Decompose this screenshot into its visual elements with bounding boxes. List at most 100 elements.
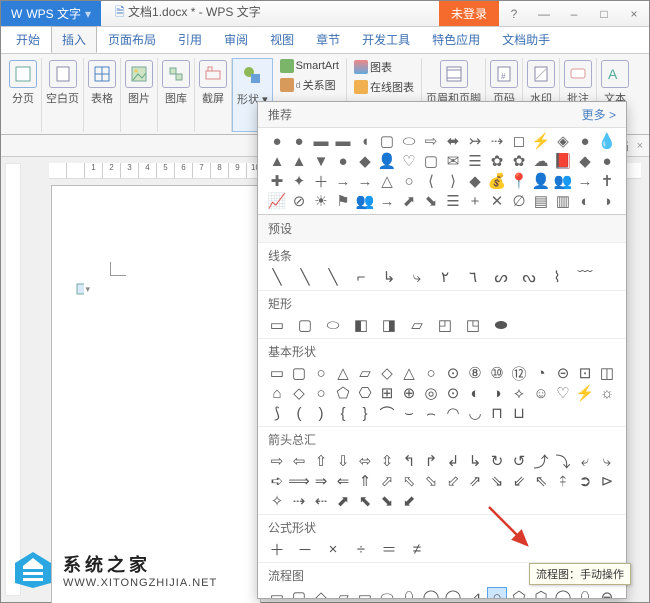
shape-item[interactable]: ⑧	[466, 364, 484, 382]
tab-start[interactable]: 开始	[5, 26, 51, 53]
brand-chevron-icon[interactable]: ▾	[85, 7, 91, 21]
shape-item[interactable]: ↻	[488, 452, 506, 470]
shape-item[interactable]: ▱	[408, 316, 426, 334]
shape-item[interactable]: ⌒	[378, 404, 396, 422]
shape-item[interactable]: ♡	[400, 152, 418, 170]
shape-item[interactable]: 📍	[510, 172, 528, 190]
shape-item[interactable]: →	[356, 172, 374, 190]
shape-item[interactable]: 📈	[268, 192, 286, 210]
maximize-button[interactable]: □	[589, 1, 619, 26]
shape-item[interactable]: ╲	[296, 268, 314, 286]
shape-item[interactable]: ⊙	[444, 384, 462, 402]
shape-item[interactable]: ↣	[466, 132, 484, 150]
shape-item[interactable]: ♡	[554, 384, 572, 402]
shape-item[interactable]: ⇐	[334, 472, 352, 490]
login-button[interactable]: 未登录	[439, 1, 499, 26]
shape-item[interactable]: ⬈	[334, 492, 352, 510]
chart-button[interactable]: 图表	[351, 58, 395, 76]
shape-item[interactable]: ﹋	[576, 268, 594, 286]
shape-item[interactable]: ▭	[268, 588, 286, 598]
shape-item[interactable]: ✚	[268, 172, 286, 190]
shape-item[interactable]: ⬭	[378, 588, 396, 598]
shape-item[interactable]: ╲	[324, 268, 342, 286]
shape-item[interactable]: ◻	[510, 132, 528, 150]
shape-item[interactable]: ◐	[576, 192, 594, 210]
shape-item[interactable]: ●	[268, 132, 286, 150]
document-page[interactable]: ▾	[51, 185, 261, 603]
shape-item[interactable]: ⟆	[268, 404, 286, 422]
tab-page-layout[interactable]: 页面布局	[97, 26, 167, 53]
shape-item[interactable]: ▼	[312, 152, 330, 170]
shape-item[interactable]: ⇩	[334, 452, 352, 470]
shape-item[interactable]: 📕	[554, 152, 572, 170]
shape-item[interactable]: ⟹	[290, 472, 308, 490]
shape-item[interactable]: ⇧	[312, 452, 330, 470]
shape-item[interactable]: ᔕ	[492, 268, 510, 286]
shape-item[interactable]: ▲	[290, 152, 308, 170]
shape-item[interactable]: ▤	[532, 192, 550, 210]
tab-view[interactable]: 视图	[259, 26, 305, 53]
page-break-button[interactable]: 分页	[5, 58, 42, 132]
shape-item[interactable]: ⬈	[400, 192, 418, 210]
shape-item[interactable]: ⟡	[510, 384, 528, 402]
shape-item[interactable]: ⊙	[444, 364, 462, 382]
shape-item[interactable]: ⬀	[378, 472, 396, 490]
shape-item[interactable]: ●	[290, 132, 308, 150]
shape-item[interactable]: ╲	[268, 268, 286, 286]
shape-item[interactable]: ✦	[290, 172, 308, 190]
smartart-button[interactable]: SmartArt	[277, 58, 342, 74]
shape-item[interactable]: )	[312, 404, 330, 422]
shape-item[interactable]: ➲	[576, 472, 594, 490]
shape-item[interactable]: +	[466, 192, 484, 210]
shape-item[interactable]: →	[576, 172, 594, 190]
shape-item[interactable]: ＋	[312, 172, 330, 190]
shape-item[interactable]: ◡	[466, 404, 484, 422]
shape-item[interactable]: ☰	[466, 152, 484, 170]
shape-item[interactable]: ◇	[312, 588, 330, 598]
shape-item[interactable]: ✧	[268, 492, 286, 510]
shape-item[interactable]: ◯	[422, 588, 440, 598]
minimize-button[interactable]: –	[559, 1, 589, 26]
blank-page-button[interactable]: 空白页	[42, 58, 84, 132]
shape-item[interactable]: →	[378, 192, 396, 210]
shape-item[interactable]: ◇	[290, 384, 308, 402]
shape-item[interactable]: －	[296, 540, 314, 558]
shape-item[interactable]: ◫	[598, 364, 616, 382]
shape-item[interactable]: ▱	[334, 588, 352, 598]
shape-item[interactable]: ⚡	[532, 132, 550, 150]
shape-item[interactable]: ↱	[422, 452, 440, 470]
tab-references[interactable]: 引用	[167, 26, 213, 53]
shape-item[interactable]: ⤴	[532, 452, 550, 470]
shape-item[interactable]: ▬	[334, 132, 352, 150]
tab-devtools[interactable]: 开发工具	[351, 26, 421, 53]
shape-item[interactable]: ◇	[378, 364, 396, 382]
shape-item[interactable]: ○	[312, 364, 330, 382]
shape-item[interactable]: ▭	[356, 588, 374, 598]
shape-item[interactable]: ↰	[400, 452, 418, 470]
tab-featured[interactable]: 特色应用	[421, 26, 491, 53]
shape-item[interactable]: ✿	[510, 152, 528, 170]
shape-item[interactable]: ⬭	[400, 132, 418, 150]
shape-item[interactable]: ▢	[422, 152, 440, 170]
shape-item[interactable]: ⊘	[290, 192, 308, 210]
shape-item[interactable]: ⟩	[444, 172, 462, 190]
shape-item[interactable]: ⬭	[324, 316, 342, 334]
shape-item[interactable]: ◠	[444, 404, 462, 422]
shape-item[interactable]: ◈	[554, 132, 572, 150]
shape-item[interactable]: △	[400, 364, 418, 382]
shape-item[interactable]: ⇢	[290, 492, 308, 510]
tab-review[interactable]: 审阅	[213, 26, 259, 53]
shape-item[interactable]: ⚑	[334, 192, 352, 210]
shape-item[interactable]: ⇒	[312, 472, 330, 490]
shape-item[interactable]: ⑫	[510, 364, 528, 382]
shape-item[interactable]: ◆	[356, 152, 374, 170]
section-icon[interactable]	[76, 282, 84, 296]
shape-item[interactable]: 👤	[532, 172, 550, 190]
shape-item[interactable]: ⇨	[422, 132, 440, 150]
shapes-scroll[interactable]: 线条 ╲╲╲⌐↳⤷٢٦ᔕᔓ⌇﹋ 矩形 ▭▢⬭◧◨▱◰◳⬬ 基本形状 ▭▢○△▱◇…	[258, 242, 626, 598]
shape-item[interactable]: ⬊	[422, 192, 440, 210]
screenshot-button[interactable]: 截屏	[195, 58, 232, 132]
shape-item[interactable]: ⊿	[466, 588, 484, 598]
ribbon-minimize-button[interactable]: —	[529, 1, 559, 26]
shape-item[interactable]: ⤷	[598, 452, 616, 470]
